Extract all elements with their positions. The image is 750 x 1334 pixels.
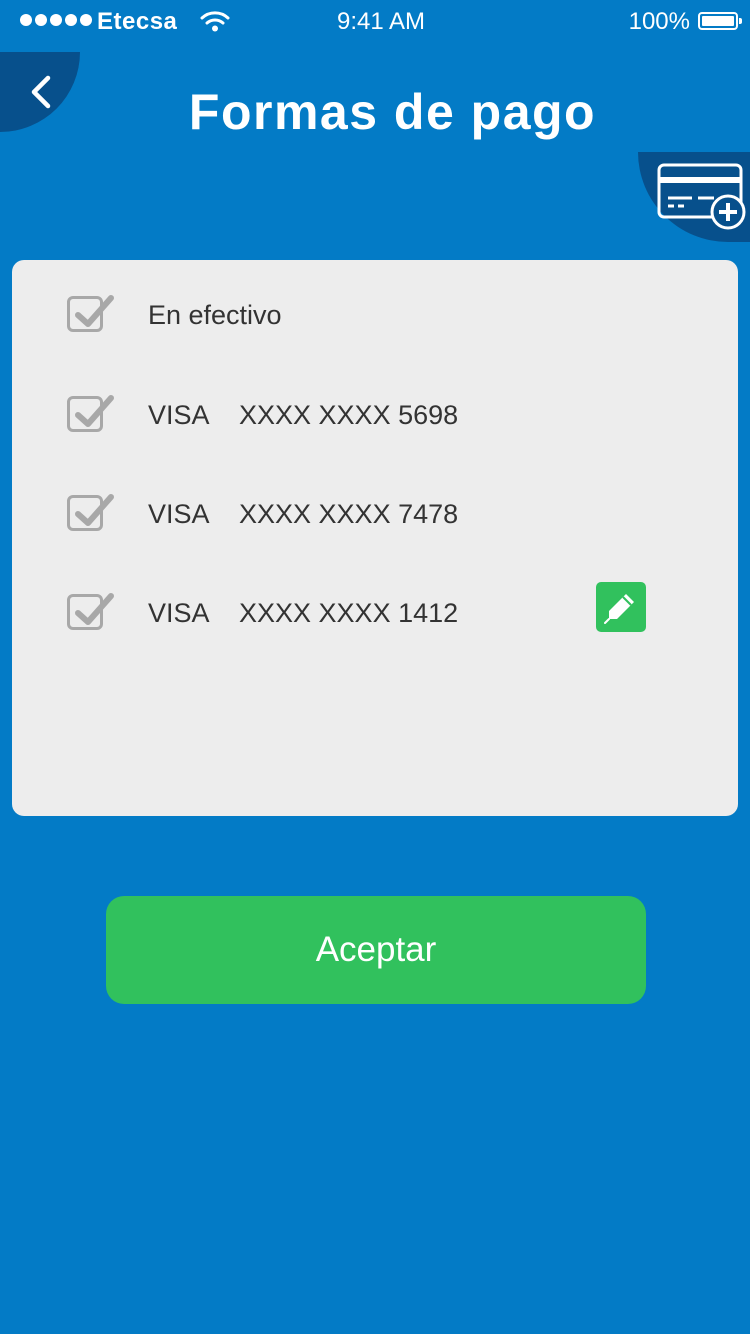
payment-option-card[interactable]: VISA XXXX XXXX 7478 bbox=[67, 489, 667, 539]
credit-card-add-icon bbox=[657, 163, 746, 230]
card-number: XXXX XXXX 7478 bbox=[239, 499, 459, 529]
add-card-button[interactable] bbox=[638, 152, 750, 242]
checkmark-icon bbox=[75, 593, 114, 625]
card-brand: VISA bbox=[148, 400, 210, 430]
payment-option-cash[interactable]: En efectivo bbox=[67, 290, 667, 340]
payment-methods-panel: En efectivo VISA XXXX XXXX 5698 VISA XXX… bbox=[12, 260, 738, 816]
checkmark-icon bbox=[75, 494, 114, 526]
card-brand: VISA bbox=[148, 598, 210, 628]
battery-icon bbox=[698, 12, 742, 30]
checkbox[interactable] bbox=[67, 593, 114, 630]
payment-option-card[interactable]: VISA XXXX XXXX 5698 bbox=[67, 390, 667, 440]
card-number: XXXX XXXX 5698 bbox=[239, 400, 459, 430]
edit-card-button[interactable] bbox=[596, 582, 646, 632]
card-brand: VISA bbox=[148, 499, 210, 529]
checkbox[interactable] bbox=[67, 494, 114, 531]
checkbox[interactable] bbox=[67, 395, 114, 432]
pencil-icon bbox=[604, 594, 634, 624]
card-number: XXXX XXXX 1412 bbox=[239, 598, 459, 628]
status-bar: Etecsa 9:41 AM 100% bbox=[0, 0, 750, 44]
page-title: Formas de pago bbox=[188, 84, 597, 140]
checkbox[interactable] bbox=[67, 295, 114, 332]
checkmark-icon bbox=[75, 395, 114, 427]
battery-percentage: 100% bbox=[628, 8, 690, 35]
checkmark-icon bbox=[75, 295, 114, 327]
payment-option-card[interactable]: VISA XXXX XXXX 1412 bbox=[67, 588, 667, 638]
accept-button[interactable]: Aceptar bbox=[106, 896, 646, 1004]
payment-option-label: En efectivo bbox=[148, 300, 282, 330]
